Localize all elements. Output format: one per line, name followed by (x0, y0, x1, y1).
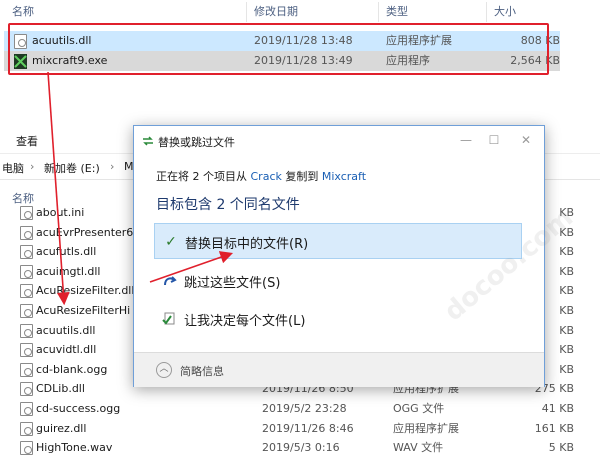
skip-files-option[interactable]: 跳过这些文件(S) (154, 263, 522, 299)
breadcrumb-drive[interactable]: 新加卷 (E:) (44, 160, 100, 176)
decide-files-icon (162, 311, 178, 327)
file-icon (20, 225, 33, 240)
source-folder-link[interactable]: Crack (251, 170, 282, 183)
file-row[interactable]: HighTone.wav 2019/5/3 0:16 WAV 文件 5 KB (4, 438, 600, 458)
breadcrumb-chevron-icon: › (30, 160, 35, 173)
copy-arrows-icon (142, 135, 154, 147)
checkmark-icon: ✓ (165, 234, 177, 250)
annotation-highlight-box (8, 23, 549, 75)
column-divider[interactable] (246, 2, 247, 22)
column-header-date[interactable]: 修改日期 (254, 0, 298, 24)
file-icon (20, 323, 33, 338)
minimize-icon[interactable]: — (452, 130, 480, 150)
skip-arrow-icon (162, 273, 178, 289)
top-file-list: 名称 修改日期 类型 大小 acuutils.dll 2019/11/28 13… (0, 0, 600, 100)
option-label: 替换目标中的文件(R) (185, 237, 309, 252)
audio-file-icon (20, 402, 33, 416)
file-name: about.ini (36, 206, 85, 219)
file-name: CDLib.dll (36, 382, 85, 396)
file-name: AcuResizeFilterHi (36, 304, 131, 317)
file-icon (20, 343, 33, 358)
file-type: OGG 文件 (393, 402, 445, 415)
file-name: cd-success.ogg (36, 402, 121, 415)
file-icon (20, 421, 33, 436)
file-row[interactable]: guirez.dll 2019/11/26 8:46 应用程序扩展 161 KB (4, 419, 600, 439)
column-header-type[interactable]: 类型 (386, 0, 408, 24)
dialog-heading: 目标包含 2 个同名文件 (156, 197, 300, 213)
file-icon (20, 304, 33, 318)
column-header-name[interactable]: 名称 (12, 0, 34, 24)
file-name: acuutils.dll (36, 323, 96, 337)
ribbon-tab-view[interactable]: 查看 (16, 133, 38, 149)
file-icon (20, 382, 33, 397)
file-name: HighTone.wav (36, 441, 113, 455)
breadcrumb-computer[interactable]: 电脑 (2, 160, 24, 176)
chevron-up-icon[interactable]: ︿ (156, 362, 172, 378)
breadcrumb-chevron-icon: › (110, 160, 115, 173)
dialog-title: 替换或跳过文件 (158, 136, 235, 149)
maximize-icon[interactable]: ☐ (480, 130, 508, 150)
dialog-titlebar[interactable]: 替换或跳过文件 — ☐ ✕ (134, 126, 544, 156)
message-text: 复制到 (285, 170, 319, 183)
file-row[interactable]: cd-success.ogg 2019/5/2 23:28 OGG 文件 41 KB (4, 399, 600, 419)
fewer-details-link[interactable]: 简略信息 (180, 363, 224, 379)
file-name: acuvidtl.dll (36, 343, 97, 357)
file-name: acuimgtl.dll (36, 264, 101, 278)
close-icon[interactable]: ✕ (512, 130, 540, 150)
file-icon (20, 245, 33, 260)
column-header-size[interactable]: 大小 (494, 0, 516, 24)
file-date: 2019/5/2 23:28 (262, 402, 347, 415)
destination-folder-link[interactable]: Mixcraft (322, 170, 366, 183)
replace-or-skip-dialog: 替换或跳过文件 — ☐ ✕ 正在将 2 个项目从 Crack 复制到 Mixcr… (133, 125, 545, 387)
file-name: guirez.dll (36, 421, 87, 435)
audio-file-icon (20, 441, 33, 456)
decide-each-file-option[interactable]: 让我决定每个文件(L) (154, 301, 522, 337)
file-type: WAV 文件 (393, 441, 444, 455)
file-date: 2019/5/3 0:16 (262, 441, 340, 455)
file-size: 41 KB (541, 402, 574, 415)
file-name: cd-blank.ogg (36, 362, 108, 376)
audio-file-icon (20, 362, 33, 377)
file-icon (20, 206, 33, 220)
file-icon (20, 264, 33, 279)
file-size: 5 KB (548, 441, 574, 455)
file-icon (20, 284, 33, 299)
column-divider[interactable] (486, 2, 487, 22)
file-name: acuEvrPresenter64 (36, 225, 141, 239)
dialog-footer: ︿ 简略信息 (134, 352, 544, 387)
option-label: 让我决定每个文件(L) (184, 314, 306, 329)
message-text: 正在将 2 个项目从 (156, 170, 247, 183)
file-date: 2019/11/26 8:46 (262, 421, 354, 435)
column-divider[interactable] (378, 2, 379, 22)
file-size: 161 KB (534, 421, 574, 435)
option-label: 跳过这些文件(S) (184, 276, 281, 291)
dialog-message: 正在将 2 个项目从 Crack 复制到 Mixcraft (156, 168, 366, 184)
file-type: 应用程序扩展 (393, 421, 459, 435)
file-name: AcuResizeFilter.dll (36, 284, 135, 298)
file-name: acufutls.dll (36, 245, 97, 259)
replace-files-option[interactable]: ✓ 替换目标中的文件(R) (154, 223, 522, 259)
